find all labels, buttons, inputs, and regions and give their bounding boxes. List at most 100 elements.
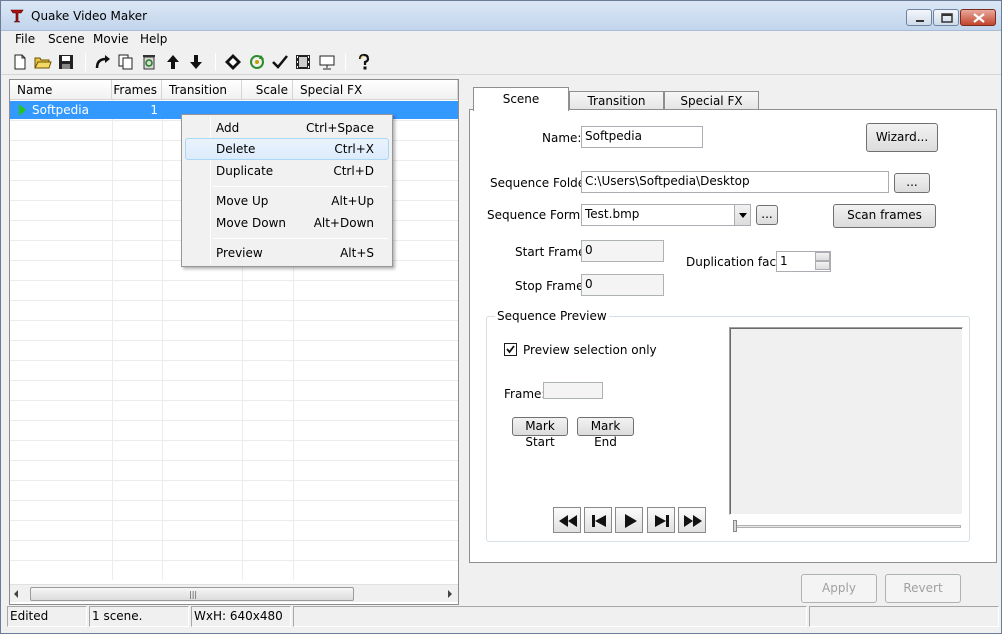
menu-movie[interactable]: Movie (93, 32, 129, 46)
browse-format-button[interactable]: ... (756, 205, 778, 225)
revert-button[interactable]: Revert (885, 574, 961, 603)
save-icon[interactable] (57, 53, 75, 71)
preview-selection-label[interactable]: Preview selection only (523, 343, 657, 357)
column-special-fx[interactable]: Special FX (293, 80, 458, 100)
row-frames: 1 (150, 103, 158, 117)
context-item-shortcut: Ctrl+D (333, 164, 374, 178)
column-scale[interactable]: Scale (242, 80, 293, 100)
spin-down-icon[interactable] (815, 261, 830, 270)
sequence-format-select[interactable]: Test.bmp (581, 204, 751, 226)
sequence-format-value: Test.bmp (585, 207, 640, 221)
column-name[interactable]: Name (10, 80, 112, 100)
toolbar (1, 49, 1001, 75)
redo-icon[interactable] (94, 53, 112, 71)
context-item-preview[interactable]: Preview Alt+S (185, 242, 389, 264)
sequence-folder-field[interactable]: C:\Users\Softpedia\Desktop (581, 171, 889, 193)
name-field[interactable]: Softpedia (581, 126, 703, 148)
scroll-left-icon[interactable] (14, 590, 18, 598)
grid-line (10, 440, 458, 441)
open-icon[interactable] (34, 53, 52, 71)
context-item-add[interactable]: Add Ctrl+Space (185, 117, 389, 139)
toolbar-separator (85, 53, 86, 71)
start-frame-field[interactable]: 0 (581, 240, 664, 262)
frame-field[interactable] (543, 382, 603, 399)
mark-start-button[interactable]: Mark Start (512, 417, 568, 449)
context-item-move-up[interactable]: Move Up Alt+Up (185, 190, 389, 212)
tab-special-fx[interactable]: Special FX (664, 91, 759, 110)
wizard-button[interactable]: Wizard... (866, 123, 938, 152)
duplication-factor-value: 1 (780, 254, 788, 268)
toolbar-separator (215, 53, 216, 71)
checkmark-icon (506, 345, 515, 354)
status-scene-count: 1 scene. (89, 606, 189, 627)
minimize-button[interactable] (906, 9, 932, 26)
status-message (293, 606, 807, 627)
window-title: Quake Video Maker (31, 9, 148, 23)
browse-folder-button[interactable]: ... (894, 173, 930, 193)
properties-tabs: Scene Transition Special FX Name: Softpe… (469, 87, 997, 563)
context-item-shortcut: Ctrl+Space (306, 121, 374, 135)
context-item-shortcut: Alt+Up (331, 194, 374, 208)
list-header: Name Frames Transition Scale Special FX (10, 80, 458, 100)
context-item-shortcut: Alt+S (340, 246, 374, 260)
scan-frames-button[interactable]: Scan frames (833, 204, 936, 228)
grid-line (10, 520, 458, 521)
title-bar: Quake Video Maker (1, 1, 1001, 31)
chevron-down-icon[interactable] (734, 205, 750, 225)
rewind-icon[interactable] (553, 507, 581, 533)
film-icon[interactable] (294, 53, 312, 71)
copy-icon[interactable] (117, 53, 135, 71)
status-bar: Edited 1 scene. WxH: 640x480 (1, 605, 1001, 633)
grid-line (10, 540, 458, 541)
column-frames[interactable]: Frames (112, 80, 162, 100)
scroll-thumb[interactable]: ||| (30, 587, 354, 601)
main-window: Quake Video Maker File Scene Movie Help (0, 0, 1002, 634)
preview-selection-checkbox[interactable] (504, 343, 517, 356)
move-up-icon[interactable] (164, 53, 182, 71)
tab-scene[interactable]: Scene (473, 87, 569, 111)
stop-frame-label: Stop Frame: (515, 279, 588, 293)
skip-back-icon[interactable] (584, 507, 612, 533)
maximize-button[interactable] (933, 9, 959, 26)
play-marker-icon (19, 104, 26, 116)
move-down-icon[interactable] (187, 53, 205, 71)
preview-slider-thumb[interactable] (733, 520, 737, 532)
skip-forward-icon[interactable] (647, 507, 675, 533)
sequence-preview-title: Sequence Preview (495, 309, 609, 323)
help-icon[interactable] (355, 53, 373, 71)
new-icon[interactable] (11, 53, 29, 71)
grid-line (10, 380, 458, 381)
diamond-icon[interactable] (224, 53, 242, 71)
menu-file[interactable]: File (15, 32, 35, 46)
stop-frame-field[interactable]: 0 (581, 274, 664, 296)
context-item-delete[interactable]: Delete Ctrl+X (185, 138, 389, 160)
fast-forward-icon[interactable] (678, 507, 706, 533)
recycle-icon[interactable] (140, 53, 158, 71)
tab-transition[interactable]: Transition (569, 91, 664, 110)
name-label: Name: (542, 131, 582, 145)
scroll-right-icon[interactable] (448, 590, 452, 598)
context-item-label: Move Up (216, 194, 269, 208)
spin-up-icon[interactable] (815, 252, 830, 261)
grid-line (10, 480, 458, 481)
grid-line (10, 560, 458, 561)
app-icon (9, 8, 25, 24)
column-transition[interactable]: Transition (162, 80, 242, 100)
mark-end-button[interactable]: Mark End (577, 417, 634, 449)
menu-help[interactable]: Help (140, 32, 167, 46)
monitor-icon[interactable] (318, 53, 336, 71)
horizontal-scrollbar[interactable]: ||| (10, 584, 458, 602)
menu-bar: File Scene Movie Help (1, 31, 1001, 49)
check-icon[interactable] (271, 53, 289, 71)
apply-button[interactable]: Apply (801, 574, 877, 603)
status-dimensions: WxH: 640x480 (191, 606, 291, 627)
menu-scene[interactable]: Scene (48, 32, 85, 46)
context-item-move-down[interactable]: Move Down Alt+Down (185, 212, 389, 234)
play-icon[interactable] (615, 507, 643, 533)
scene-tab-panel: Name: Softpedia Wizard... Sequence Folde… (469, 109, 997, 563)
context-item-duplicate[interactable]: Duplicate Ctrl+D (185, 160, 389, 182)
refresh-icon[interactable] (248, 53, 266, 71)
context-item-shortcut: Alt+Down (313, 216, 374, 230)
preview-slider-track[interactable] (733, 525, 961, 528)
close-button[interactable] (960, 9, 996, 26)
